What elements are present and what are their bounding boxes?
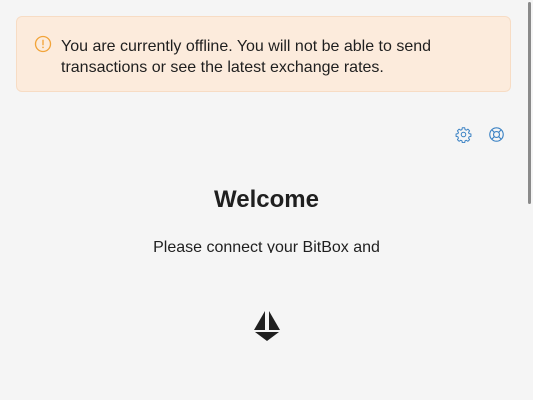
warning-circle-icon <box>34 35 52 53</box>
top-toolbar <box>455 126 505 143</box>
vertical-scrollbar[interactable] <box>525 0 533 400</box>
scrollbar-thumb[interactable] <box>528 2 531 204</box>
lifebuoy-icon[interactable] <box>488 126 505 143</box>
page-title: Welcome <box>214 186 319 213</box>
gear-icon[interactable] <box>455 126 472 143</box>
offline-warning-banner: You are currently offline. You will not … <box>16 16 511 92</box>
app-window: You are currently offline. You will not … <box>0 0 533 400</box>
subtitle-container: Please connect your BitBox and <box>0 236 533 253</box>
offline-warning-message: You are currently offline. You will not … <box>61 38 432 76</box>
connect-device-instruction: Please connect your BitBox and <box>153 239 380 253</box>
bitbox-logo-icon <box>254 311 280 341</box>
